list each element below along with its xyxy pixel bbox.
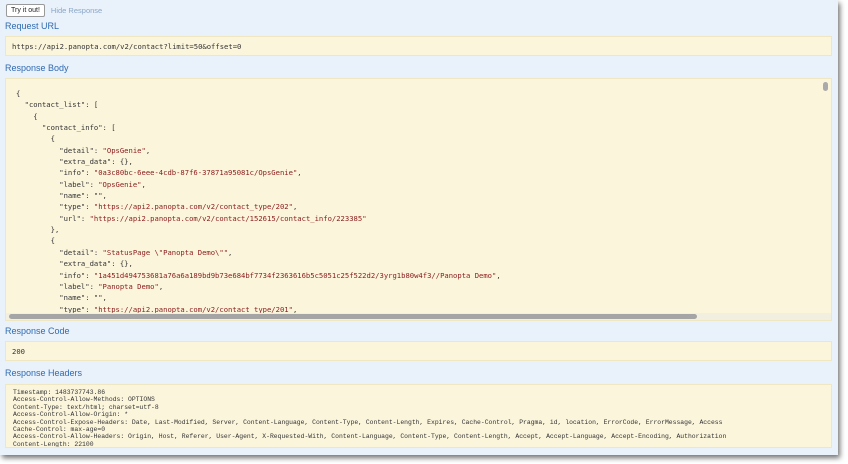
header-line: Access-Control-Expose-Headers: Date, Las… bbox=[13, 418, 723, 426]
header-line: Content-Type: text/html; charset=utf-8 bbox=[13, 403, 159, 411]
code-line: "label": "Panopta Demo", bbox=[16, 281, 164, 291]
code-line: { bbox=[16, 111, 38, 121]
code-line: }, bbox=[16, 225, 60, 235]
code-line: "info": "0a3c80bc-6eee-4cdb-87f6-37871a9… bbox=[16, 168, 302, 178]
header-line: Access-Control-Allow-Headers: Origin, Ho… bbox=[13, 433, 727, 441]
toolbar: Try it out! Hide Response bbox=[6, 3, 102, 17]
header-line: Cache-Control: max-age=0 bbox=[13, 426, 106, 434]
response-body-box: { "contact_list": [ { "contact_info": [ … bbox=[5, 78, 832, 321]
code-line: { bbox=[16, 89, 21, 98]
hide-response-link[interactable]: Hide Response bbox=[51, 6, 102, 15]
code-line: "name": "", bbox=[16, 293, 107, 303]
header-line: Access-Control-Allow-Methods: OPTIONS bbox=[13, 396, 155, 404]
response-code-heading: Response Code bbox=[5, 326, 70, 336]
response-headers-box: Timestamp: 1483737743.86 Access-Control-A… bbox=[5, 384, 832, 448]
code-line: { bbox=[16, 236, 55, 246]
response-body-heading: Response Body bbox=[5, 63, 69, 73]
request-url-value: https://api2.panopta.com/v2/contact?limi… bbox=[5, 36, 832, 56]
code-line: "extra_data": {}, bbox=[16, 157, 133, 167]
header-line: Timestamp: 1483737743.86 bbox=[13, 389, 106, 396]
response-code-value: 200 bbox=[5, 341, 832, 361]
try-it-out-button[interactable]: Try it out! bbox=[6, 3, 45, 17]
code-line: { bbox=[16, 134, 55, 144]
header-line: Access-Control-Allow-Origin: * bbox=[13, 411, 129, 419]
response-headers-heading: Response Headers bbox=[5, 368, 83, 378]
code-line: "type": "https://api2.panopta.com/v2/con… bbox=[16, 202, 298, 212]
code-line: "name": "", bbox=[16, 191, 107, 201]
request-url-heading: Request URL bbox=[5, 21, 60, 31]
vertical-scrollbar[interactable] bbox=[823, 82, 828, 91]
code-line: "detail": "StatusPage \"Panopta Demo\"", bbox=[16, 247, 233, 257]
code-line: "extra_data": {}, bbox=[16, 259, 133, 269]
horizontal-scrollbar[interactable] bbox=[9, 314, 697, 319]
code-line: "url": "https://api2.panopta.com/v2/cont… bbox=[16, 213, 367, 223]
response-body-code: { "contact_list": [ { "contact_info": [ … bbox=[16, 88, 501, 315]
api-response-panel: Try it out! Hide Response Request URL ht… bbox=[0, 0, 838, 455]
code-line: "label": "OpsGenie", bbox=[16, 179, 146, 189]
code-line: "contact_list": [ bbox=[16, 100, 99, 110]
code-line: "info": "1a451d494753681a76a6a189bd9b73e… bbox=[16, 270, 501, 280]
code-line: "contact_info": [ bbox=[16, 123, 116, 133]
horizontal-scrollbar-track bbox=[6, 313, 831, 320]
header-line: Content-Length: 22100 bbox=[13, 440, 94, 448]
code-line: "detail": "OpsGenie", bbox=[16, 145, 151, 155]
